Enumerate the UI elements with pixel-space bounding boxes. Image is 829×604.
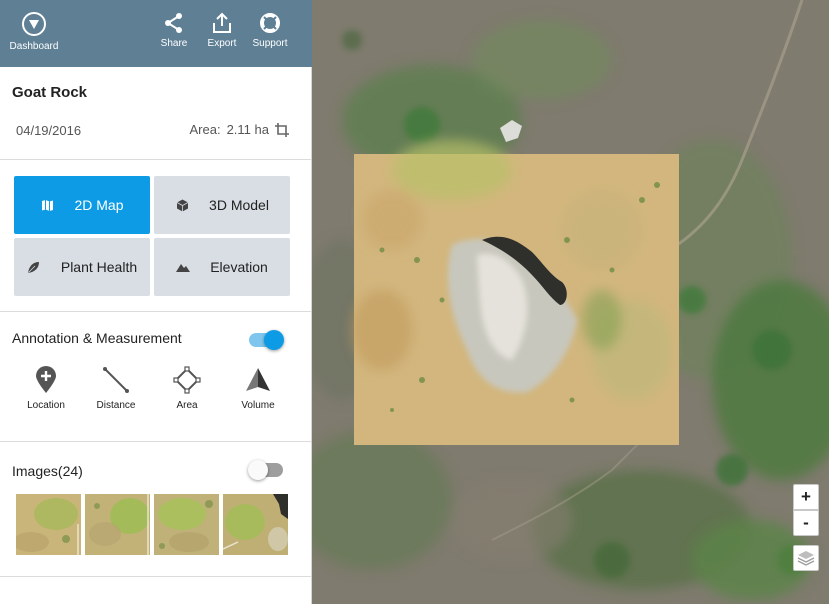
- orthomosaic-overlay: [352, 140, 679, 445]
- tool-area-label: Area: [176, 400, 198, 411]
- images-toggle[interactable]: [248, 460, 283, 480]
- view-elevation-label: Elevation: [210, 259, 268, 275]
- zoom-out-button[interactable]: -: [793, 510, 819, 536]
- area-label: Area:: [189, 122, 221, 137]
- side-panel: Dashboard Share Export Support Goat Rock…: [0, 0, 312, 604]
- divider: [0, 576, 311, 577]
- tool-volume[interactable]: Volume: [226, 366, 290, 411]
- annotation-toggle[interactable]: [249, 330, 284, 350]
- view-3d-model-label: 3D Model: [209, 197, 269, 213]
- support-lifebuoy-icon: [260, 13, 280, 33]
- share-icon: [165, 13, 182, 33]
- tool-location[interactable]: Location: [14, 366, 78, 411]
- tool-volume-label: Volume: [241, 400, 275, 411]
- view-plant-health-label: Plant Health: [60, 259, 138, 275]
- layers-button[interactable]: [793, 545, 819, 571]
- view-2d-map-button[interactable]: 2D Map: [14, 176, 150, 234]
- location-pin-icon: [36, 366, 56, 393]
- view-2d-map-label: 2D Map: [74, 197, 124, 213]
- annotation-title: Annotation & Measurement: [12, 330, 182, 346]
- share-label: Share: [160, 38, 188, 49]
- image-thumbnail[interactable]: [16, 494, 81, 555]
- project-area: Area: 2.11 ha: [189, 122, 289, 137]
- export-button[interactable]: Export: [203, 12, 241, 49]
- area-polygon-icon: [173, 366, 201, 394]
- dashboard-label: Dashboard: [9, 41, 59, 52]
- divider: [0, 159, 311, 160]
- dashboard-button[interactable]: Dashboard: [6, 11, 62, 52]
- satellite-basemap: [312, 0, 829, 604]
- plus-icon: +: [801, 487, 811, 506]
- image-thumbnail[interactable]: [223, 494, 288, 555]
- volume-pyramid-icon: [246, 368, 270, 391]
- leaf-icon: [27, 260, 41, 274]
- export-label: Export: [207, 38, 237, 49]
- support-label: Support: [252, 38, 288, 49]
- view-elevation-button[interactable]: Elevation: [154, 238, 290, 296]
- minus-icon: -: [803, 513, 809, 532]
- map-canvas[interactable]: [312, 0, 829, 604]
- support-button[interactable]: Support: [250, 12, 290, 49]
- tool-distance-label: Distance: [96, 400, 136, 411]
- export-icon: [213, 12, 231, 33]
- top-toolbar: Dashboard Share Export Support: [0, 0, 312, 67]
- crop-icon[interactable]: [275, 122, 289, 137]
- tool-location-label: Location: [27, 400, 65, 411]
- view-3d-model-button[interactable]: 3D Model: [154, 176, 290, 234]
- view-plant-health-button[interactable]: Plant Health: [14, 238, 150, 296]
- image-thumbnail[interactable]: [85, 494, 150, 555]
- map-icon: [40, 198, 54, 212]
- mountain-icon: [176, 260, 191, 274]
- divider: [0, 311, 311, 312]
- project-date: 04/19/2016: [16, 123, 82, 138]
- toggle-knob: [248, 460, 268, 480]
- area-value: 2.11 ha: [226, 122, 269, 137]
- image-thumbnail[interactable]: [154, 494, 219, 555]
- cube-icon: [175, 198, 189, 212]
- share-button[interactable]: Share: [156, 12, 192, 49]
- distance-line-icon: [103, 367, 129, 393]
- layers-icon: [797, 551, 815, 566]
- project-title: Goat Rock: [12, 84, 88, 101]
- images-title: Images(24): [12, 463, 83, 479]
- zoom-in-button[interactable]: +: [793, 484, 819, 510]
- toggle-knob: [264, 330, 284, 350]
- dashboard-compass-icon: [22, 12, 46, 36]
- tool-area[interactable]: Area: [155, 366, 219, 411]
- divider: [0, 441, 311, 442]
- tool-distance[interactable]: Distance: [84, 366, 148, 411]
